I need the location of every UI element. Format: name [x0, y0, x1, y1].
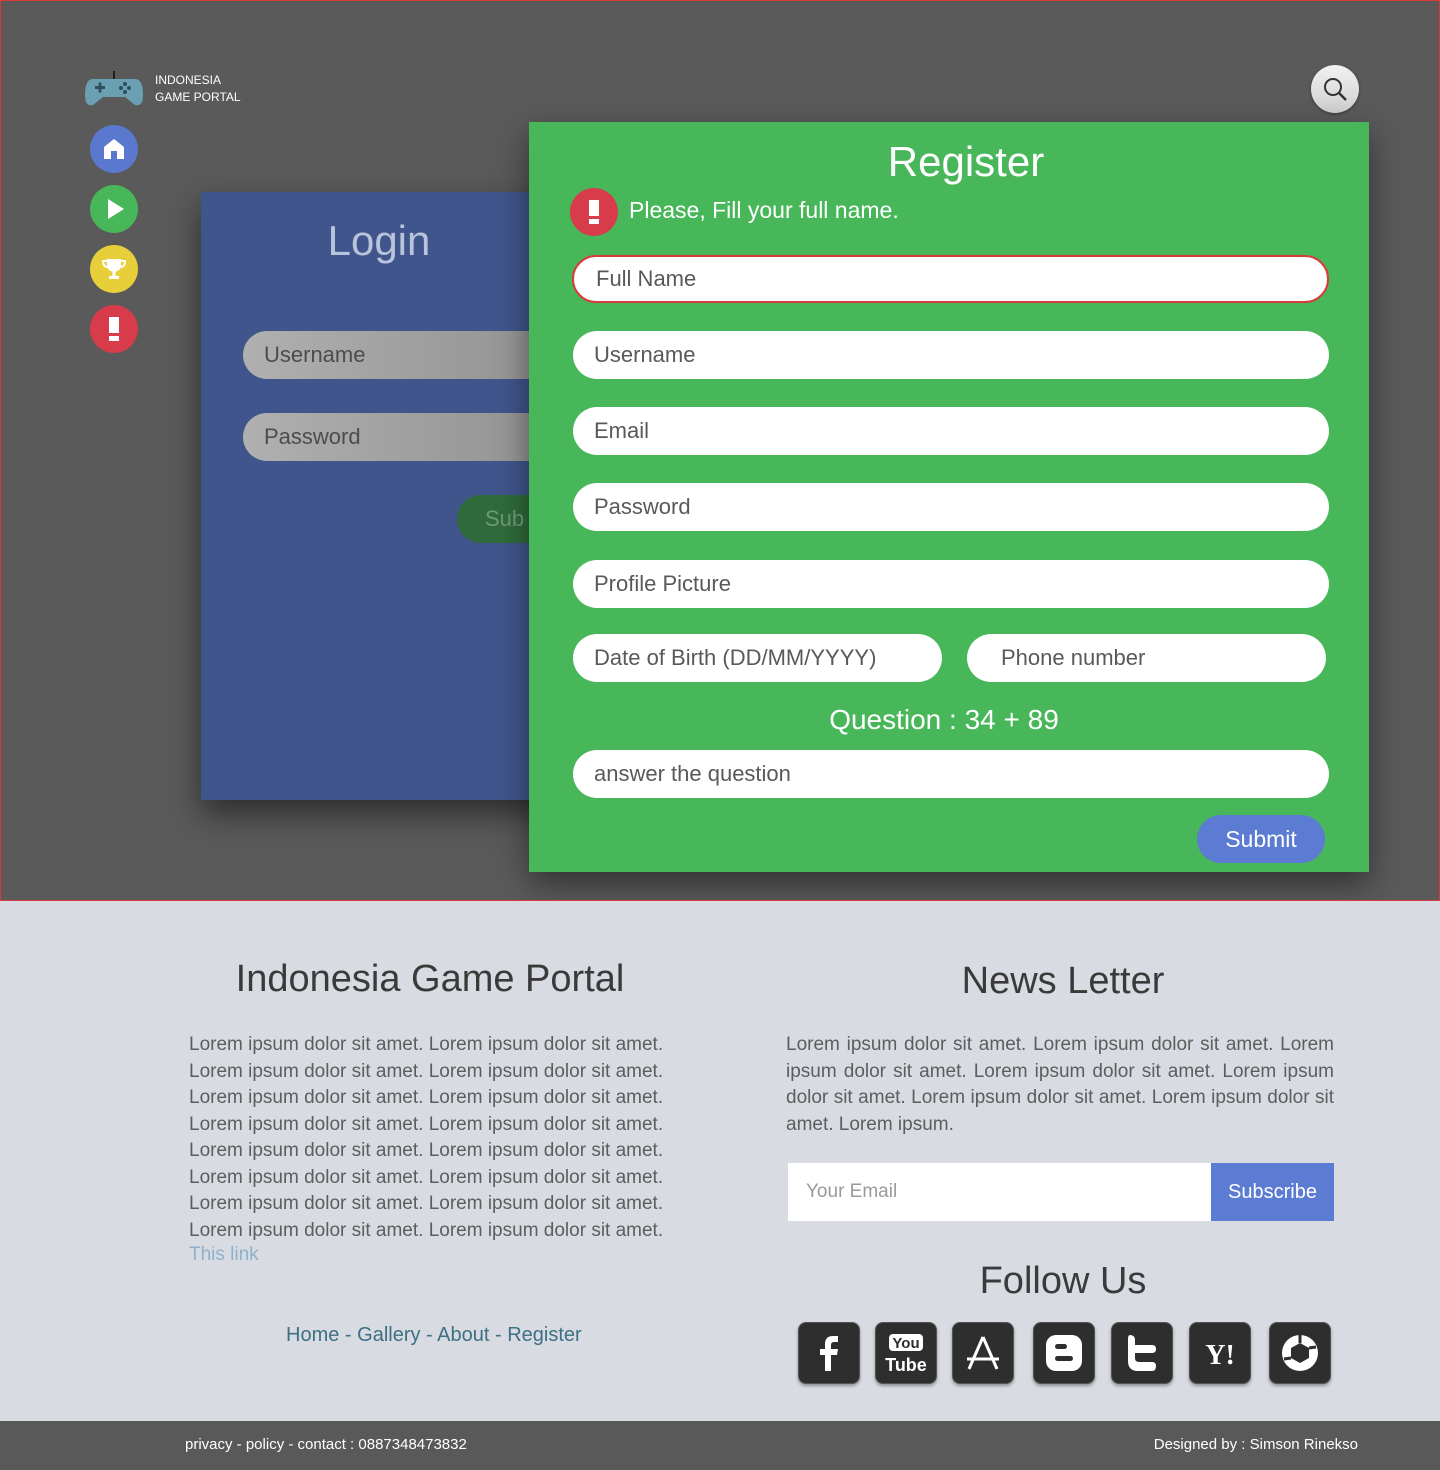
subscribe-button[interactable]: Subscribe [1211, 1163, 1334, 1221]
register-submit-button[interactable]: Submit [1197, 815, 1325, 863]
exclamation-icon [589, 200, 599, 224]
link-separator: - [420, 1324, 438, 1346]
designer-credit: Designed by : Simson Rinekso [1153, 1436, 1358, 1453]
profile-picture-input[interactable]: Profile Picture [573, 560, 1329, 608]
about-line: Lorem ipsum dolor sit amet. Lorem ipsum … [189, 1140, 664, 1161]
bottom-legal-text: privacy - policy - contact : 08873484738… [185, 1436, 467, 1453]
footer-link-register[interactable]: Register [507, 1324, 581, 1346]
app-store-button[interactable] [952, 1322, 1014, 1384]
register-title: Register [887, 138, 1045, 185]
follow-us-title: Follow Us [979, 1260, 1147, 1302]
nav-alert-button[interactable] [90, 305, 138, 353]
captcha-question: Question : 34 + 89 [829, 704, 1059, 735]
nav-play-button[interactable] [90, 185, 138, 233]
site-logo[interactable]: INDONESIA GAME PORTAL [85, 71, 241, 107]
username-input[interactable]: Username [573, 331, 1329, 379]
youtube-you-text: You [892, 1335, 919, 1352]
play-icon [108, 199, 124, 219]
side-nav [90, 125, 138, 365]
picasa-icon [1282, 1335, 1318, 1371]
youtube-icon: You Tube [885, 1334, 927, 1375]
search-button[interactable] [1311, 65, 1359, 113]
youtube-button[interactable]: You Tube [875, 1322, 937, 1384]
yahoo-icon: Y! [1205, 1340, 1235, 1371]
search-icon [1324, 78, 1347, 101]
footer-link-about[interactable]: About [437, 1324, 489, 1346]
hero-section: INDONESIA GAME PORTAL Login Username Pas… [0, 0, 1440, 901]
footer-nav: Home - Gallery - About - Register [286, 1324, 582, 1347]
about-line: Lorem ipsum dolor sit amet. Lorem ipsum … [189, 1034, 664, 1055]
nav-trophy-button[interactable] [90, 245, 138, 293]
youtube-tube-text: Tube [885, 1355, 927, 1375]
app-store-icon [967, 1336, 999, 1370]
yahoo-text: Y! [1205, 1340, 1235, 1371]
email-input[interactable]: Email [573, 407, 1329, 455]
about-line: Lorem ipsum dolor sit amet. Lorem ipsum … [189, 1087, 664, 1108]
twitter-button[interactable] [1111, 1322, 1173, 1384]
register-panel: Register Please, Fill your full name. Fu… [529, 122, 1369, 872]
about-line: Lorem ipsum dolor sit amet. Lorem ipsum … [189, 1193, 664, 1214]
newsletter-title: News Letter [961, 960, 1165, 1002]
blogger-icon [1046, 1335, 1082, 1371]
password-input[interactable]: Password [573, 483, 1329, 531]
about-line: Lorem ipsum dolor sit amet. Lorem ipsum … [189, 1113, 664, 1135]
about-line: Lorem ipsum dolor sit amet. Lorem ipsum … [189, 1060, 664, 1082]
this-link[interactable]: This link [189, 1244, 259, 1266]
footer-about-title: Indonesia Game Portal [235, 958, 625, 1000]
login-title: Login [327, 217, 431, 264]
trophy-icon [101, 259, 127, 279]
nav-home-button[interactable] [90, 125, 138, 173]
facebook-icon [820, 1336, 838, 1371]
answer-input[interactable]: answer the question [573, 750, 1329, 798]
logo-line-1: INDONESIA [155, 73, 222, 87]
bottom-bar: privacy - policy - contact : 08873484738… [0, 1421, 1440, 1470]
newsletter-email-input[interactable]: Your Email [788, 1163, 1211, 1221]
yahoo-button[interactable]: Y! [1189, 1322, 1251, 1384]
gamepad-icon [85, 71, 143, 106]
newsletter-text: Lorem ipsum dolor sit amet. Lorem ipsum … [786, 1034, 1334, 1135]
picasa-button[interactable] [1269, 1322, 1331, 1384]
about-line: Lorem ipsum dolor sit amet. Lorem ipsum … [189, 1219, 664, 1241]
full-name-input[interactable]: Full Name [572, 255, 1329, 303]
about-line: Lorem ipsum dolor sit amet. Lorem ipsum … [189, 1166, 664, 1188]
facebook-button[interactable] [798, 1322, 860, 1384]
phone-number-input[interactable]: Phone number [967, 634, 1326, 682]
logo-line-2: GAME PORTAL [155, 90, 241, 104]
date-of-birth-input[interactable]: Date of Birth (DD/MM/YYYY) [573, 634, 942, 682]
alert-message: Please, Fill your full name. [629, 197, 899, 223]
footer-link-home[interactable]: Home [286, 1324, 339, 1346]
link-separator: - [339, 1324, 358, 1346]
footer-about-text: Lorem ipsum dolor sit amet. Lorem ipsum … [189, 1032, 689, 1244]
twitter-icon [1128, 1335, 1156, 1371]
exclamation-icon [109, 317, 119, 341]
logo-text: INDONESIA GAME PORTAL [155, 72, 241, 106]
blogger-button[interactable] [1033, 1322, 1095, 1384]
footer-link-gallery[interactable]: Gallery [357, 1324, 420, 1346]
home-icon [104, 139, 124, 159]
link-separator: - [489, 1324, 508, 1346]
alert-badge [570, 188, 618, 236]
